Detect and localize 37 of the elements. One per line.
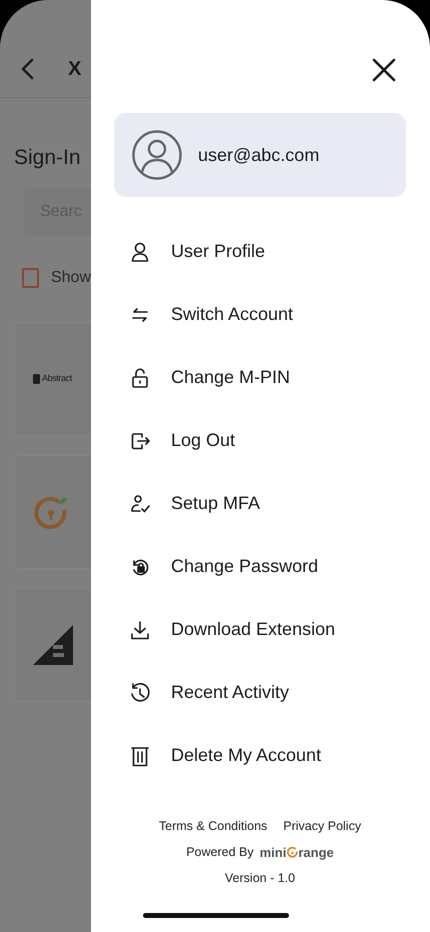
menu-item[interactable]: Change Password: [114, 535, 406, 598]
app-tile[interactable]: [14, 588, 91, 702]
app-tile[interactable]: Abstract: [14, 322, 91, 436]
menu-item[interactable]: Switch Account: [114, 283, 406, 346]
keyhole-logo-icon: [33, 494, 69, 530]
app-logo-text: Abstract: [42, 372, 72, 386]
app-tile[interactable]: [14, 455, 91, 570]
close-button[interactable]: [370, 56, 398, 84]
menu-item[interactable]: Change M-PIN: [114, 346, 406, 409]
footer-link[interactable]: Terms & Conditions: [158, 817, 268, 836]
menu-item[interactable]: Recent Activity: [114, 661, 406, 724]
account-email: user@abc.com: [198, 144, 320, 166]
trash-icon: [129, 744, 151, 766]
download-icon: [129, 618, 151, 640]
menu-item[interactable]: User Profile: [114, 220, 406, 283]
history-icon: [129, 682, 151, 704]
brand-ring-icon: [286, 847, 298, 858]
page-title: X: [68, 56, 82, 82]
menu-item[interactable]: Log Out: [114, 409, 406, 472]
person-icon: [129, 240, 151, 262]
menu-item[interactable]: Delete My Account: [114, 724, 406, 787]
footer-link[interactable]: Privacy Policy: [283, 817, 362, 836]
powered-by-text: Powered By: [186, 844, 254, 862]
page-heading: Sign-In: [14, 145, 82, 170]
menu-item[interactable]: Setup MFA: [114, 472, 406, 535]
triangle-logo-icon: [33, 625, 73, 666]
brand-text: mini: [260, 844, 286, 862]
version-text: Version - 1.0: [224, 870, 296, 888]
brand-text: range: [298, 844, 334, 862]
logo-icon: [33, 374, 40, 384]
account-card[interactable]: user@abc.com: [114, 113, 406, 197]
menu-item[interactable]: Download Extension: [114, 598, 406, 661]
user-check-icon: [129, 492, 151, 514]
unlock-icon: [129, 366, 151, 388]
checkbox-label: Show: [50, 268, 91, 288]
checkbox[interactable]: [22, 268, 39, 288]
avatar-icon: [132, 130, 182, 180]
